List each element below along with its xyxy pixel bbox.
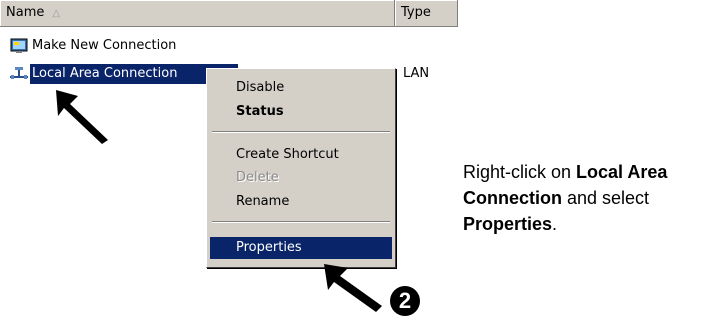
list-item-label: Make New Connection: [32, 38, 177, 53]
instruction-part: Right-click on: [463, 162, 577, 182]
context-menu: Disable Status Create Shortcut Delete Re…: [206, 68, 396, 268]
menu-item-delete: Delete: [236, 170, 279, 185]
sort-ascending-icon: △: [52, 8, 61, 19]
list-column-header: Name △ Type: [0, 0, 458, 27]
column-header-type-label: Type: [401, 5, 431, 20]
arrow-pointer-icon: [56, 90, 108, 144]
menu-item-disable[interactable]: Disable: [210, 77, 392, 99]
menu-separator: [212, 131, 390, 133]
instruction-text: Right-click on Local Area Connection and…: [463, 159, 701, 237]
network-connection-icon: [10, 67, 28, 79]
new-connection-icon: [10, 38, 28, 53]
column-header-type[interactable]: Type: [395, 0, 458, 26]
column-header-name[interactable]: Name △: [0, 0, 395, 26]
instruction-part: .: [552, 214, 558, 234]
menu-separator: [212, 221, 390, 223]
arrow-pointer-icon: [324, 264, 382, 312]
instruction-bold: Properties: [463, 214, 553, 234]
menu-item-status[interactable]: Status: [210, 101, 392, 123]
column-header-name-label: Name: [6, 5, 45, 20]
menu-item-create-shortcut[interactable]: Create Shortcut: [210, 144, 392, 166]
menu-item-properties[interactable]: Properties: [210, 237, 392, 259]
list-item-type: LAN: [403, 66, 430, 81]
menu-item-rename[interactable]: Rename: [210, 191, 392, 213]
step-number-badge: 2: [390, 286, 420, 316]
instruction-part: and select: [562, 188, 650, 208]
